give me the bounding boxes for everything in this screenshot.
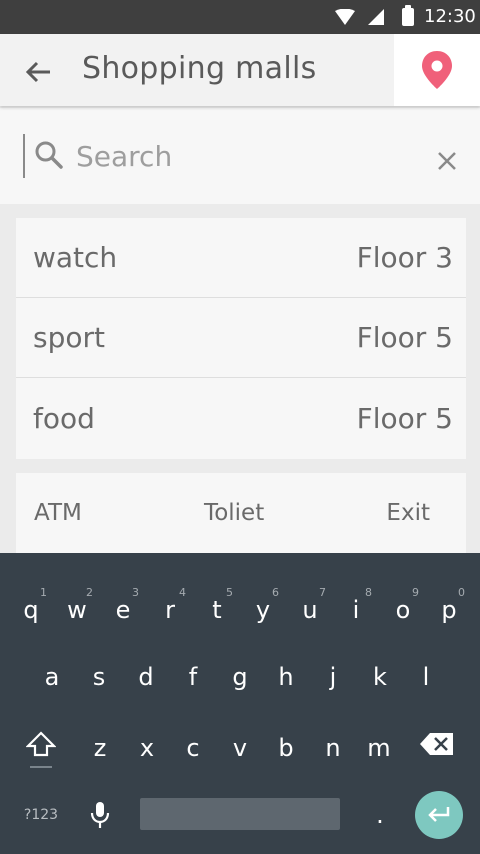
list-item[interactable]: watch Floor 3: [16, 218, 466, 298]
mic-key[interactable]: [77, 790, 123, 840]
tab-toilet[interactable]: Toliet: [204, 500, 264, 526]
key-s[interactable]: s: [76, 652, 122, 702]
key-o[interactable]: 9o: [380, 585, 426, 635]
backspace-key[interactable]: [414, 719, 460, 769]
list-item[interactable]: food Floor 5: [16, 378, 466, 458]
key-y[interactable]: 6y: [240, 585, 286, 635]
key-label: r: [165, 596, 175, 624]
key-hint: 1: [40, 586, 47, 599]
key-label: o: [395, 596, 411, 624]
map-location-button[interactable]: [394, 34, 480, 106]
key-label: p: [441, 596, 457, 624]
app-bar: Shopping malls: [0, 34, 480, 106]
key-w[interactable]: 2w: [54, 585, 100, 635]
key-label: y: [255, 596, 271, 624]
search-bar: [0, 108, 480, 204]
key-hint: 8: [365, 586, 372, 599]
location-pin-icon: [422, 51, 452, 89]
key-label: u: [302, 596, 318, 624]
store-name: watch: [33, 241, 118, 274]
key-hint: 3: [132, 586, 139, 599]
store-list: watch Floor 3 sport Floor 5 food Floor 5: [16, 218, 466, 459]
store-floor: Floor 3: [356, 241, 453, 274]
key-label: q: [23, 596, 39, 624]
key-hint: 7: [319, 586, 326, 599]
shift-key[interactable]: [18, 719, 64, 769]
back-button[interactable]: [20, 54, 56, 90]
key-label: i: [352, 596, 360, 624]
microphone-icon: [90, 802, 110, 828]
key-a[interactable]: a: [29, 652, 75, 702]
key-r[interactable]: 4r: [147, 585, 193, 635]
tab-atm[interactable]: ATM: [34, 500, 82, 526]
enter-icon: [428, 807, 450, 822]
key-b[interactable]: b: [263, 723, 309, 773]
key-label: e: [115, 596, 131, 624]
key-label: t: [212, 596, 222, 624]
wifi-icon: [335, 9, 355, 25]
key-u[interactable]: 7u: [287, 585, 333, 635]
key-hint: 0: [458, 586, 465, 599]
page-title: Shopping malls: [82, 51, 317, 86]
status-bar: 12:30: [0, 0, 480, 34]
key-d[interactable]: d: [123, 652, 169, 702]
key-hint: 9: [412, 586, 419, 599]
key-i[interactable]: 8i: [333, 585, 379, 635]
key-l[interactable]: l: [403, 652, 449, 702]
key-v[interactable]: v: [217, 723, 263, 773]
soft-keyboard: 1q 2w 3e 4r 5t 6y 7u 8i 9o 0p a s d f g …: [0, 553, 480, 854]
key-h[interactable]: h: [263, 652, 309, 702]
key-g[interactable]: g: [217, 652, 263, 702]
clear-search-button[interactable]: [432, 146, 462, 176]
key-x[interactable]: x: [124, 723, 170, 773]
key-hint: 5: [226, 586, 233, 599]
space-key[interactable]: [140, 798, 340, 830]
key-k[interactable]: k: [357, 652, 403, 702]
key-label: w: [67, 596, 87, 624]
text-cursor: [23, 134, 25, 178]
key-c[interactable]: c: [170, 723, 216, 773]
period-key[interactable]: .: [357, 790, 403, 840]
key-n[interactable]: n: [310, 723, 356, 773]
quick-filter-bar: ATM Toliet Exit: [16, 473, 466, 553]
list-item[interactable]: sport Floor 5: [16, 298, 466, 378]
key-q[interactable]: 1q: [8, 585, 54, 635]
backspace-icon: [420, 733, 453, 755]
key-hint: 2: [86, 586, 93, 599]
key-t[interactable]: 5t: [194, 585, 240, 635]
battery-icon: [402, 5, 414, 26]
store-floor: Floor 5: [356, 321, 453, 354]
tab-exit[interactable]: Exit: [386, 500, 430, 526]
store-name: sport: [33, 321, 105, 354]
key-f[interactable]: f: [170, 652, 216, 702]
search-input[interactable]: [76, 134, 416, 178]
key-m[interactable]: m: [356, 723, 402, 773]
key-p[interactable]: 0p: [426, 585, 472, 635]
close-icon: [438, 152, 456, 170]
key-hint: 6: [272, 586, 279, 599]
key-j[interactable]: j: [310, 652, 356, 702]
key-hint: 4: [179, 586, 186, 599]
key-e[interactable]: 3e: [100, 585, 146, 635]
symbols-key[interactable]: ?123: [18, 790, 64, 840]
shift-indicator: [30, 766, 52, 768]
store-floor: Floor 5: [356, 401, 453, 435]
store-name: food: [33, 401, 95, 435]
status-time: 12:30: [424, 6, 476, 27]
cell-signal-icon: [368, 9, 384, 25]
arrow-back-icon: [25, 61, 50, 83]
enter-key[interactable]: [415, 791, 463, 839]
shift-icon: [26, 731, 56, 757]
search-icon: [35, 141, 63, 169]
key-z[interactable]: z: [77, 723, 123, 773]
